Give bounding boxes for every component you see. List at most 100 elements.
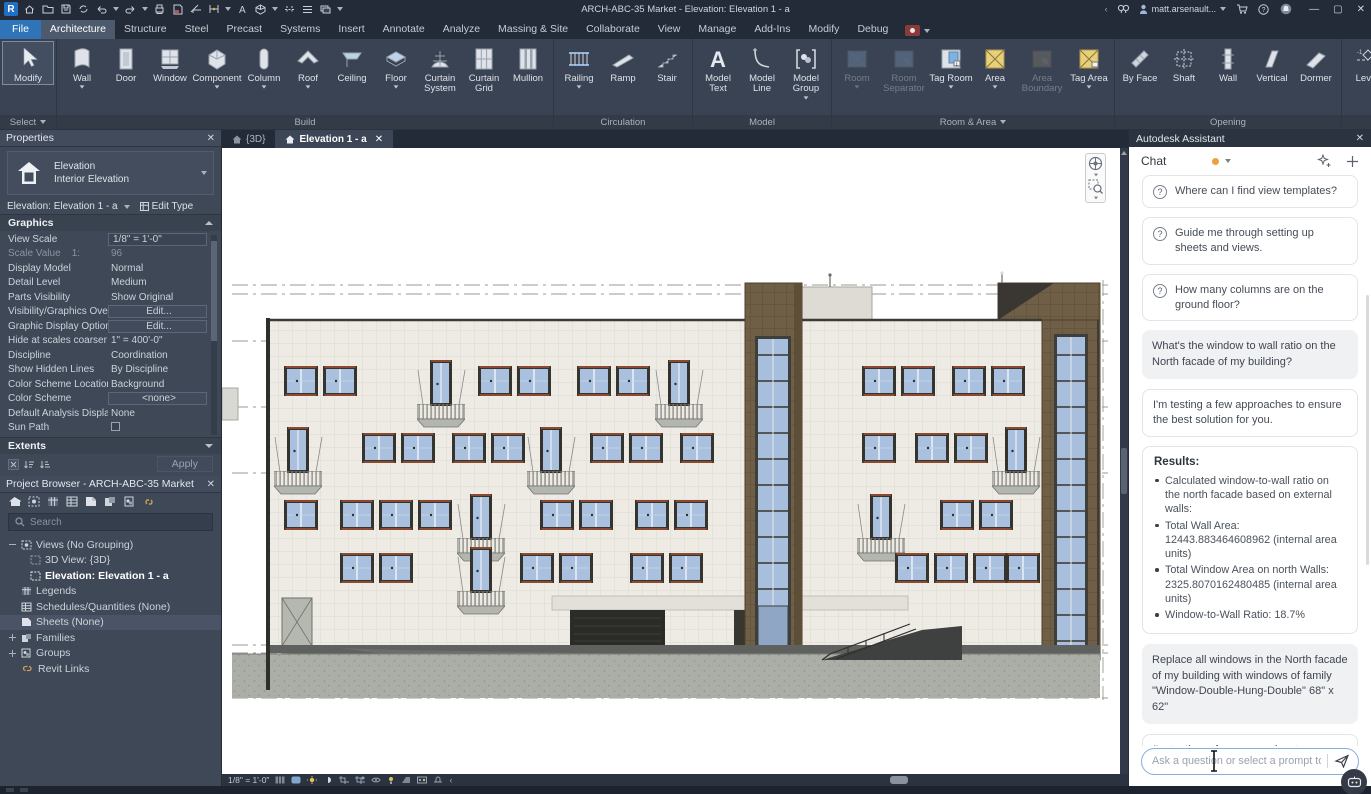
property-row[interactable]: View Scale1/8" = 1'-0" — [8, 232, 207, 247]
tab-collaborate[interactable]: Collaborate — [577, 20, 649, 39]
ceiling-button[interactable]: Ceiling — [330, 42, 374, 84]
browser-groups-icon[interactable] — [123, 496, 135, 507]
collapse-icon[interactable]: ‹ — [1105, 4, 1108, 14]
sheet-issue-icon[interactable] — [171, 3, 184, 15]
browser-families-icon[interactable] — [104, 496, 116, 507]
tab-systems[interactable]: Systems — [271, 20, 329, 39]
help-icon[interactable]: ? — [1257, 3, 1270, 15]
type-selector-dropdown-icon[interactable] — [201, 171, 207, 175]
edit-type-button[interactable]: Edit Type — [140, 201, 194, 212]
measure-icon[interactable] — [189, 3, 202, 15]
property-row[interactable]: Sun Path — [8, 421, 207, 436]
stair-button[interactable]: Stair — [645, 42, 689, 84]
zoom-dropdown-icon[interactable] — [1093, 197, 1097, 200]
tag-area-button[interactable]: Tag Area — [1067, 42, 1111, 89]
model-group-button[interactable]: Model Group — [784, 42, 828, 100]
tab-add-ins[interactable]: Add-Ins — [745, 20, 799, 39]
sort-ascending-icon[interactable] — [24, 459, 35, 470]
project-browser-close-icon[interactable]: ✕ — [207, 479, 215, 490]
dimension-dropdown-icon[interactable] — [225, 7, 231, 11]
aligned-dimension-icon[interactable] — [207, 3, 220, 15]
property-row[interactable]: Show Hidden LinesBy Discipline — [8, 363, 207, 378]
window-button[interactable]: Window — [148, 42, 192, 84]
property-row[interactable]: Color Scheme LocationBackground — [8, 377, 207, 392]
show-crop-icon[interactable] — [355, 776, 365, 784]
browser-search[interactable] — [8, 513, 213, 531]
view-tab-close-icon[interactable]: ✕ — [375, 134, 383, 145]
cart-icon[interactable] — [1235, 3, 1248, 15]
property-row[interactable]: Visibility/Graphics Ove...Edit... — [8, 305, 207, 320]
chat-input-container[interactable] — [1141, 748, 1359, 775]
instance-selector[interactable]: Elevation: Elevation 1 - a — [7, 201, 118, 212]
browser-search-input[interactable] — [30, 517, 180, 528]
tab-insert[interactable]: Insert — [329, 20, 373, 39]
steering-wheel-icon[interactable] — [1088, 156, 1103, 171]
tab-manage[interactable]: Manage — [689, 20, 745, 39]
browser-sheets-icon[interactable] — [85, 496, 97, 507]
by-face-button[interactable]: By Face — [1118, 42, 1162, 84]
temporary-properties-icon[interactable] — [401, 776, 411, 784]
visual-style-icon[interactable] — [291, 776, 301, 784]
roof-button[interactable]: Roof — [286, 42, 330, 89]
switch-windows-icon[interactable] — [319, 3, 332, 15]
default-3d-view-icon[interactable] — [254, 3, 267, 15]
temporary-hide-icon[interactable] — [371, 776, 381, 784]
railing-button[interactable]: Railing — [557, 42, 601, 89]
account-menu[interactable]: matt.arsenault... — [1139, 4, 1227, 14]
tab-precast[interactable]: Precast — [218, 20, 272, 39]
crop-view-icon[interactable] — [339, 776, 349, 784]
record-button[interactable] — [905, 25, 930, 39]
vertical-opening-button[interactable]: Vertical — [1250, 42, 1294, 84]
search-icon[interactable] — [1117, 3, 1130, 15]
property-row[interactable]: Detail LevelMedium — [8, 276, 207, 291]
detail-level-icon[interactable] — [275, 776, 285, 784]
prompt-card[interactable]: ? Where can I find view templates? — [1142, 175, 1358, 208]
wall-button[interactable]: Wall — [60, 42, 104, 89]
tab-architecture[interactable]: Architecture — [41, 20, 115, 39]
area-button[interactable]: Area — [973, 42, 1017, 89]
thin-lines-icon[interactable] — [301, 3, 314, 15]
close-button[interactable]: ✕ — [1357, 4, 1365, 15]
ramp-button[interactable]: Ramp — [601, 42, 645, 84]
chat-dropdown-icon[interactable] — [1225, 159, 1231, 163]
instance-dropdown-icon[interactable] — [124, 205, 130, 209]
notifications-icon[interactable] — [1279, 3, 1292, 15]
properties-close-icon[interactable]: ✕ — [207, 133, 215, 144]
shadows-icon[interactable] — [323, 776, 333, 784]
worksharing-icon[interactable] — [417, 776, 427, 784]
minimize-button[interactable]: — — [1309, 4, 1319, 15]
sync-icon[interactable] — [77, 3, 90, 15]
text-icon[interactable]: A — [236, 3, 249, 15]
extents-section-header[interactable]: Extents — [0, 437, 221, 454]
undo-icon[interactable] — [95, 3, 108, 15]
tag-room-button[interactable]: 1Tag Room — [929, 42, 973, 89]
chat-selector[interactable]: Chat — [1141, 154, 1166, 168]
shaft-button[interactable]: Shaft — [1162, 42, 1206, 84]
tab-modify[interactable]: Modify — [800, 20, 849, 39]
canvas-horizontal-scrollbar[interactable] — [512, 776, 1122, 784]
save-icon[interactable] — [59, 3, 72, 15]
sparkle-icon[interactable] — [1317, 154, 1332, 168]
view-tab-3d[interactable]: {3D} — [222, 130, 275, 148]
tree-item-schedules[interactable]: Schedules/Quantities (None) — [0, 599, 221, 615]
sun-path-icon[interactable] — [307, 776, 317, 784]
modify-button[interactable]: Modify — [3, 42, 53, 84]
redo-icon[interactable] — [124, 3, 137, 15]
send-icon[interactable] — [1334, 754, 1350, 768]
canvas-vertical-scrollbar[interactable] — [1120, 148, 1128, 774]
type-selector[interactable]: ElevationInterior Elevation — [7, 151, 214, 195]
property-row[interactable]: DisciplineCoordination — [8, 348, 207, 363]
dormer-button[interactable]: Dormer — [1294, 42, 1338, 84]
section-icon[interactable] — [283, 3, 296, 15]
tree-item-3d-view[interactable]: 3D View: {3D} — [0, 553, 221, 569]
tab-file[interactable]: File — [0, 20, 41, 39]
view-tab-elevation[interactable]: Elevation 1 - a ✕ — [275, 130, 393, 148]
redo-dropdown-icon[interactable] — [142, 7, 148, 11]
revit-logo-icon[interactable]: R — [4, 2, 18, 16]
property-row[interactable]: Default Analysis Displa...None — [8, 406, 207, 421]
prompt-card[interactable]: ? How many columns are on the ground flo… — [1142, 274, 1358, 322]
apply-button[interactable]: Apply — [157, 456, 213, 472]
property-row[interactable]: Color Scheme<none> — [8, 392, 207, 407]
properties-scrollbar[interactable] — [211, 235, 217, 435]
sort-descending-icon[interactable] — [40, 459, 51, 470]
